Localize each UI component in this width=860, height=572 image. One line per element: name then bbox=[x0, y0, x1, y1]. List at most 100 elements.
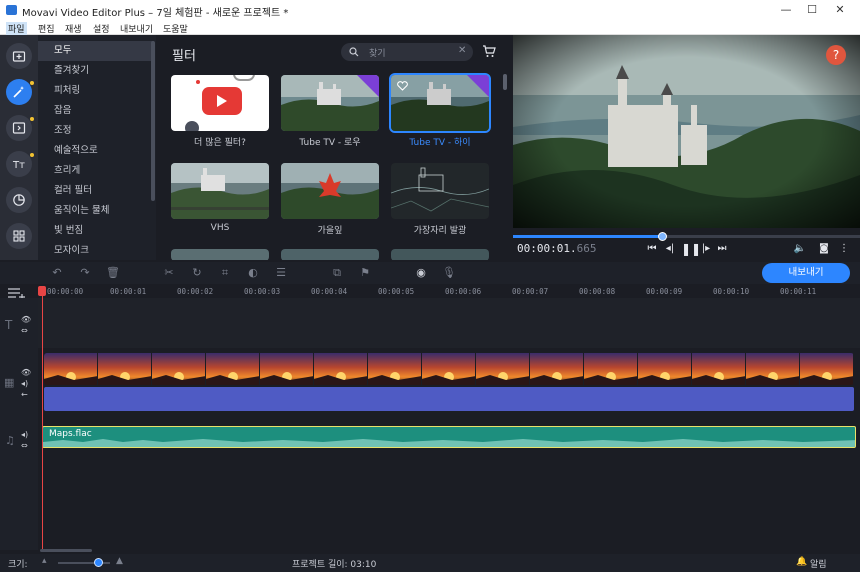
filter-card[interactable] bbox=[391, 249, 489, 260]
export-button[interactable]: 내보내기 bbox=[762, 263, 850, 283]
audio-clip[interactable]: Maps.flac bbox=[42, 426, 856, 448]
store-cart-icon[interactable] bbox=[482, 45, 496, 58]
filters-icon[interactable] bbox=[6, 79, 32, 105]
title-track-icon: T bbox=[5, 318, 13, 332]
category-light-leaks[interactable]: 빛 번짐 bbox=[38, 221, 154, 241]
timeline-scrollbar[interactable] bbox=[40, 549, 92, 552]
filter-card-vhs[interactable] bbox=[171, 163, 269, 219]
more-tools-icon[interactable] bbox=[6, 223, 32, 249]
category-moving-objects[interactable]: 움직이는 물체 bbox=[38, 201, 154, 221]
volume-icon[interactable]: 🔈 bbox=[793, 242, 807, 256]
ruler-tick: 00:00:09 bbox=[646, 287, 683, 296]
volume-icon[interactable]: ◂) bbox=[21, 430, 28, 439]
skip-to-end-icon[interactable]: ⏭ bbox=[715, 242, 729, 256]
close-button[interactable]: ✕ bbox=[830, 2, 850, 18]
search-input[interactable]: 찾기 ✕ bbox=[341, 43, 473, 61]
delete-icon[interactable]: 🗑 bbox=[106, 266, 120, 280]
undo-icon[interactable]: ↶ bbox=[50, 266, 64, 280]
filter-card[interactable] bbox=[171, 249, 269, 260]
filter-card-tube-tv-high[interactable] bbox=[389, 73, 491, 133]
crop-icon[interactable]: ⌗ bbox=[218, 266, 232, 280]
maximize-button[interactable]: ☐ bbox=[802, 2, 822, 18]
menu-settings[interactable]: 설정 bbox=[93, 22, 110, 35]
titles-icon[interactable]: Tт bbox=[6, 151, 32, 177]
new-badge bbox=[357, 75, 379, 97]
notifications-label[interactable]: 알림 bbox=[810, 557, 827, 570]
filter-label: VHS bbox=[210, 223, 230, 233]
filters-scrollbar[interactable] bbox=[503, 74, 507, 90]
zoom-slider-handle[interactable] bbox=[94, 558, 103, 567]
skip-to-start-icon[interactable]: ⏮ bbox=[645, 242, 659, 256]
filters-panel: 필터 찾기 ✕ 더 많은 필터? Tube TV - 로우 Tube TV - … bbox=[158, 35, 510, 260]
help-button[interactable]: ? bbox=[826, 45, 846, 65]
menu-edit[interactable]: 편집 bbox=[38, 22, 55, 35]
bell-icon[interactable]: 🔔 bbox=[796, 557, 807, 567]
category-scrollbar[interactable] bbox=[151, 41, 155, 201]
category-color-filters[interactable]: 컬러 필터 bbox=[38, 181, 154, 201]
category-blur[interactable]: 흐리게 bbox=[38, 161, 154, 181]
zoom-in-icon[interactable]: ▲ bbox=[116, 556, 123, 566]
marker-flag-icon[interactable]: ⚑ bbox=[358, 266, 372, 280]
zoom-out-icon[interactable]: ▴ bbox=[42, 556, 47, 566]
link-icon[interactable]: ⇔ bbox=[21, 441, 28, 450]
playback-seek-bar[interactable] bbox=[513, 232, 860, 241]
filter-card-tube-tv-low[interactable] bbox=[281, 75, 379, 131]
ruler-tick: 00:00:08 bbox=[579, 287, 616, 296]
webcam-record-icon[interactable]: ◉ bbox=[414, 266, 428, 280]
menu-help[interactable]: 도움말 bbox=[163, 22, 188, 35]
filter-card-autumn-leaves[interactable] bbox=[281, 163, 379, 219]
visibility-eye-icon[interactable]: 👁 bbox=[21, 368, 31, 377]
title-track[interactable] bbox=[38, 298, 860, 348]
link-icon[interactable]: ← bbox=[21, 390, 28, 399]
filter-card-edge-glow[interactable] bbox=[391, 163, 489, 219]
clip-properties-icon[interactable]: ☰ bbox=[274, 266, 288, 280]
filter-card[interactable] bbox=[281, 249, 379, 260]
filter-card-more-filters[interactable] bbox=[171, 75, 269, 131]
audio-clip-name: Maps.flac bbox=[49, 429, 92, 439]
category-favorites[interactable]: 즐겨찾기 bbox=[38, 61, 154, 81]
video-clip[interactable] bbox=[44, 353, 854, 385]
color-adjust-icon[interactable]: ◐ bbox=[246, 266, 260, 280]
cut-icon[interactable]: ✂ bbox=[162, 266, 176, 280]
zoom-label: 크기: bbox=[8, 560, 28, 570]
microphone-icon[interactable]: 🎙 bbox=[442, 266, 456, 280]
playhead-handle[interactable] bbox=[38, 286, 46, 296]
tool-sidebar: Tт bbox=[0, 35, 38, 260]
category-featured[interactable]: 피처링 bbox=[38, 81, 154, 101]
ruler-tick: 00:00:01 bbox=[110, 287, 147, 296]
timecode: 00:00:01.665 bbox=[517, 242, 597, 255]
previous-frame-icon[interactable]: ◂| bbox=[663, 242, 677, 256]
menu-file[interactable]: 파일 bbox=[6, 22, 27, 35]
stickers-icon[interactable] bbox=[6, 187, 32, 213]
category-noise[interactable]: 잡음 bbox=[38, 101, 154, 121]
seek-handle[interactable] bbox=[658, 232, 668, 241]
playhead[interactable] bbox=[42, 286, 43, 550]
timeline-ruler[interactable]: 00:00:00 00:00:01 00:00:02 00:00:03 00:0… bbox=[38, 284, 860, 298]
new-badge bbox=[467, 75, 489, 97]
rotate-icon[interactable]: ↻ bbox=[190, 266, 204, 280]
menu-export[interactable]: 내보내기 bbox=[120, 22, 153, 35]
transitions-icon[interactable] bbox=[6, 115, 32, 141]
category-adjust[interactable]: 조정 bbox=[38, 121, 154, 141]
pause-icon[interactable]: ❚❚ bbox=[681, 242, 701, 256]
new-badge bbox=[30, 81, 34, 85]
menu-playback[interactable]: 재생 bbox=[65, 22, 82, 35]
overlay-track-bar[interactable] bbox=[44, 387, 854, 411]
redo-icon[interactable]: ↷ bbox=[78, 266, 92, 280]
next-frame-icon[interactable]: |▸ bbox=[699, 242, 713, 256]
project-length: 프로젝트 길이: 03:10 bbox=[292, 560, 377, 570]
clear-search-icon[interactable]: ✕ bbox=[458, 45, 466, 56]
favorite-heart-icon[interactable] bbox=[397, 81, 408, 91]
more-options-icon[interactable]: ⋮ bbox=[837, 242, 851, 256]
snapshot-icon[interactable]: ◙ bbox=[817, 242, 831, 256]
minimize-button[interactable]: — bbox=[776, 2, 796, 18]
category-all[interactable]: 모두 bbox=[38, 41, 154, 61]
volume-icon[interactable]: ◂) bbox=[21, 379, 28, 388]
category-mosaic[interactable]: 모자이크 bbox=[38, 241, 154, 260]
visibility-eye-icon[interactable]: 👁 bbox=[21, 315, 31, 324]
filter-category-list: 모두 즐겨찾기 피처링 잡음 조정 예술적으로 흐리게 컬러 필터 움직이는 물… bbox=[38, 35, 156, 260]
link-icon[interactable]: ⇔ bbox=[21, 326, 28, 335]
import-icon[interactable] bbox=[6, 43, 32, 69]
category-artistic[interactable]: 예술적으로 bbox=[38, 141, 154, 161]
overlay-icon[interactable]: ⧉ bbox=[330, 266, 344, 280]
